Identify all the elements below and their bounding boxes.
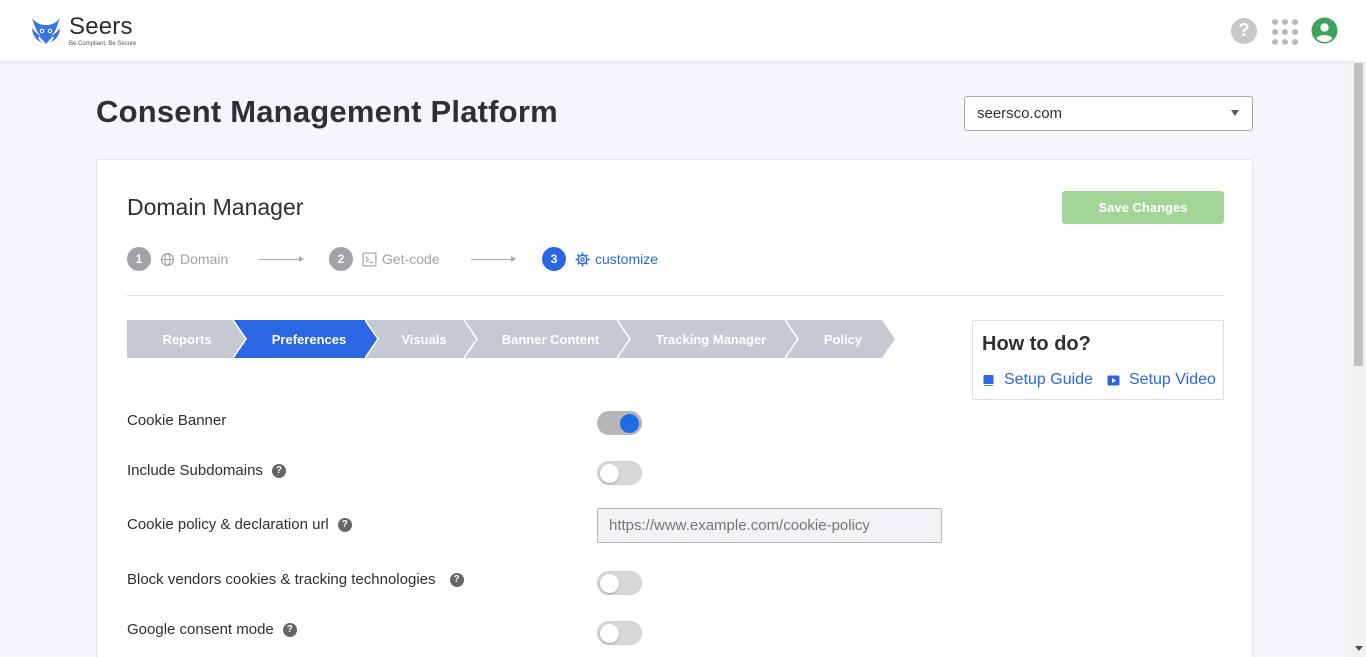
tab-label: Reports — [162, 331, 212, 347]
video-play-icon — [1107, 375, 1120, 385]
page-title: Consent Management Platform — [96, 94, 558, 129]
tab-label: Policy — [823, 331, 863, 347]
tab-tracking-manager[interactable]: Tracking Manager — [617, 320, 799, 358]
domain-manager-card: Domain Manager Save Changes 1 Domain 2 G… — [96, 159, 1253, 657]
save-changes-button[interactable]: Save Changes — [1062, 191, 1224, 224]
step-number: 1 — [127, 247, 151, 271]
toggle-knob — [600, 574, 619, 593]
step-connector — [259, 256, 304, 262]
include-subdomains-toggle[interactable] — [597, 461, 642, 485]
step-get-code[interactable]: 2 Get-code — [329, 247, 440, 271]
help-icon[interactable]: ? — [1231, 17, 1257, 44]
question-circle-icon[interactable]: ? — [449, 572, 464, 587]
book-icon — [983, 374, 994, 386]
toggle-knob — [600, 624, 619, 643]
apps-grid-icon[interactable] — [1271, 18, 1298, 45]
google-consent-mode-label: Google consent mode ? — [127, 621, 297, 638]
question-circle-icon[interactable]: ? — [282, 622, 297, 637]
tab-visuals[interactable]: Visuals — [365, 320, 477, 358]
question-circle-icon[interactable]: ? — [337, 517, 352, 532]
how-to-panel: How to do? Setup Guide Setup Video — [972, 320, 1224, 400]
domain-select-value: seersco.com — [977, 105, 1063, 122]
setup-video-label: Setup Video — [1129, 371, 1216, 388]
step-number: 3 — [542, 247, 566, 271]
card-title: Domain Manager — [127, 194, 304, 220]
step-connector — [471, 256, 516, 262]
domain-select[interactable]: seersco.com — [964, 96, 1253, 131]
page-scrollbar[interactable] — [1351, 61, 1366, 657]
tab-label: Visuals — [401, 331, 447, 347]
stepper-divider — [127, 295, 1224, 296]
logo-text: Seers Be Compliant, Be Secure — [69, 13, 137, 48]
toggle-knob — [620, 414, 639, 433]
cookie-banner-toggle[interactable] — [597, 411, 642, 435]
tab-label: Tracking Manager — [655, 331, 767, 347]
top-icons: ? — [1231, 17, 1338, 45]
brand-name: Seers — [69, 13, 133, 40]
dropdown-caret-icon — [1231, 110, 1239, 116]
step-customize[interactable]: 3 customize — [542, 247, 658, 271]
tab-label: Preferences — [271, 331, 347, 347]
toggle-knob — [600, 464, 619, 483]
setup-video-link[interactable]: Setup Video — [1107, 371, 1216, 389]
setting-label: Cookie Banner — [127, 412, 227, 429]
cookie-policy-url-label: Cookie policy & declaration url ? — [127, 516, 352, 533]
cookie-policy-url-input[interactable] — [597, 508, 942, 543]
seers-logo[interactable]: Seers Be Compliant, Be Secure — [29, 14, 136, 48]
block-vendors-label: Block vendors cookies & tracking technol… — [127, 571, 464, 588]
google-consent-mode-toggle[interactable] — [597, 621, 642, 645]
block-vendors-toggle[interactable] — [597, 571, 642, 595]
settings-tabs: Reports Preferences Visuals Banner Conte… — [127, 320, 897, 358]
question-circle-icon[interactable]: ? — [271, 463, 286, 478]
step-domain[interactable]: 1 Domain — [127, 247, 228, 271]
scrollbar-thumb[interactable] — [1354, 63, 1363, 366]
step-label: Domain — [180, 251, 229, 267]
tab-reports[interactable]: Reports — [127, 320, 247, 358]
terminal-icon — [362, 252, 377, 266]
globe-icon — [160, 252, 175, 266]
tab-preferences[interactable]: Preferences — [233, 320, 379, 358]
step-number: 2 — [329, 247, 353, 271]
scroll-down-arrow-icon[interactable] — [1355, 646, 1363, 651]
setup-guide-link[interactable]: Setup Guide — [982, 371, 1093, 389]
setup-guide-label: Setup Guide — [1004, 371, 1093, 388]
brand-tagline: Be Compliant, Be Secure — [69, 41, 137, 47]
step-label: customize — [595, 251, 659, 267]
cookie-banner-label: Cookie Banner — [127, 412, 226, 429]
include-subdomains-label: Include Subdomains ? — [127, 462, 286, 479]
tab-policy[interactable]: Policy — [785, 320, 895, 358]
setting-label: Block vendors cookies & tracking technol… — [127, 571, 436, 588]
tab-banner-content[interactable]: Banner Content — [464, 320, 631, 358]
tab-label: Banner Content — [501, 331, 600, 347]
user-account-icon[interactable] — [1311, 17, 1338, 44]
gear-icon — [575, 252, 590, 266]
step-label: Get-code — [382, 251, 440, 267]
seers-owl-icon — [32, 18, 60, 44]
setting-label: Cookie policy & declaration url — [127, 516, 329, 533]
top-navbar: Seers Be Compliant, Be Secure ? — [0, 0, 1366, 61]
setting-label: Include Subdomains — [127, 462, 263, 479]
setting-label: Google consent mode — [127, 621, 274, 638]
how-to-title: How to do? — [982, 333, 1091, 355]
